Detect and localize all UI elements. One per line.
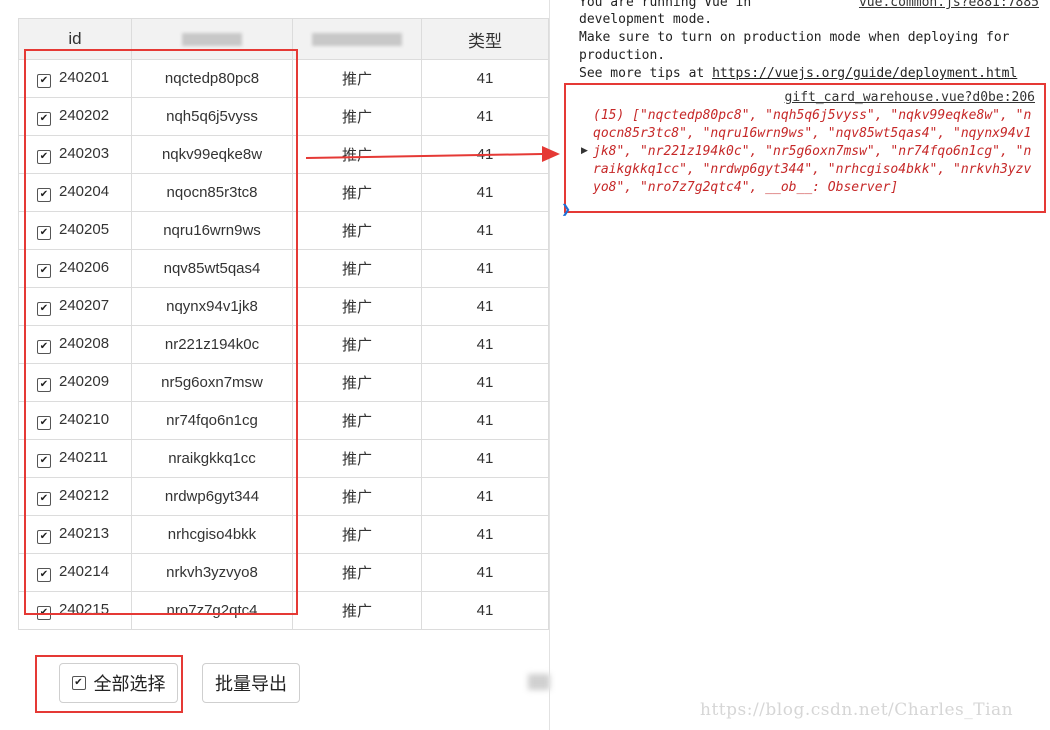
console-line: Make sure to turn on production mode whe… (579, 30, 1010, 45)
cell-tag: 推广 (292, 287, 422, 326)
highlight-box-console-output (564, 83, 1046, 213)
redacted-fragment (528, 674, 550, 690)
redacted-label (182, 33, 242, 47)
cell-type: 41 (421, 553, 549, 592)
cell-type: 41 (421, 477, 549, 516)
arrow-annotation (306, 146, 560, 162)
cell-type: 41 (421, 287, 549, 326)
console-source-link[interactable]: vue.common.js?e881:7885 (859, 0, 1039, 12)
console-line: development mode. (579, 12, 713, 27)
cell-type: 41 (421, 59, 549, 98)
devtools-divider (549, 0, 550, 730)
cell-tag: 推广 (292, 211, 422, 250)
cell-tag: 推广 (292, 173, 422, 212)
cell-type: 41 (421, 591, 549, 630)
cell-type: 41 (421, 325, 549, 364)
watermark-text: https://blog.csdn.net/Charles_Tian (700, 700, 1014, 720)
cell-type: 41 (421, 97, 549, 136)
cell-tag: 推广 (292, 401, 422, 440)
cell-type: 41 (421, 211, 549, 250)
cell-type: 41 (421, 249, 549, 288)
cell-tag: 推广 (292, 553, 422, 592)
console-prompt-icon: ❯ (561, 202, 572, 216)
cell-type: 41 (421, 515, 549, 554)
redacted-label (312, 33, 402, 47)
cell-type: 41 (421, 439, 549, 478)
console-text: See more tips at (579, 66, 713, 81)
console-line: See more tips at https://vuejs.org/guide… (579, 65, 1017, 83)
cell-tag: 推广 (292, 97, 422, 136)
cell-type: 41 (421, 401, 549, 440)
select-all-button[interactable]: 全部选择 (59, 663, 178, 703)
cell-tag: 推广 (292, 515, 422, 554)
column-header-tag-redacted[interactable] (292, 18, 422, 60)
cell-tag: 推广 (292, 591, 422, 630)
column-header-type[interactable]: 类型 (421, 18, 549, 60)
cell-tag: 推广 (292, 363, 422, 402)
cell-type: 41 (421, 173, 549, 212)
highlight-box-id-code (24, 49, 298, 615)
cell-tag: 推广 (292, 439, 422, 478)
select-all-label: 全部选择 (93, 674, 166, 694)
cell-tag: 推广 (292, 249, 422, 288)
cell-tag: 推广 (292, 325, 422, 364)
batch-export-button[interactable]: 批量导出 (202, 663, 300, 703)
docs-link[interactable]: https://vuejs.org/guide/deployment.html (712, 66, 1017, 81)
console-line: production. (579, 48, 666, 63)
cell-tag: 推广 (292, 477, 422, 516)
cell-type: 41 (421, 363, 549, 402)
select-all-checkbox[interactable] (71, 676, 86, 690)
cell-tag: 推广 (292, 59, 422, 98)
